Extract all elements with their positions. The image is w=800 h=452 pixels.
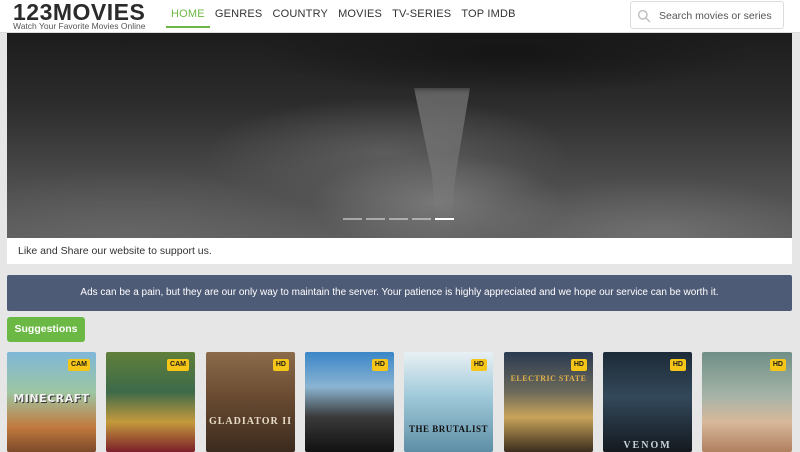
poster-title: VENOM bbox=[623, 440, 672, 451]
quality-badge: HD bbox=[570, 359, 587, 371]
nav-home[interactable]: HOME bbox=[166, 0, 210, 28]
slider-dot-active[interactable] bbox=[435, 218, 454, 220]
site-logo[interactable]: 123MOVIES Watch Your Favorite Movies Onl… bbox=[13, 1, 145, 31]
quality-badge: HD bbox=[769, 359, 786, 371]
search-icon[interactable] bbox=[637, 9, 651, 23]
movie-poster[interactable]: HD bbox=[305, 352, 394, 452]
nav-movies[interactable]: MOVIES bbox=[333, 0, 387, 28]
ads-notice: Ads can be a pain, but they are our only… bbox=[7, 275, 792, 311]
share-bar: Like and Share our website to support us… bbox=[7, 238, 792, 264]
poster-title: ELECTRIC STATE bbox=[510, 374, 587, 383]
quality-badge: HD bbox=[669, 359, 686, 371]
nav-country[interactable]: COUNTRY bbox=[267, 0, 333, 28]
movie-poster[interactable]: HD GLADIATOR II bbox=[206, 352, 295, 452]
nav-tv-series[interactable]: TV-SERIES bbox=[387, 0, 456, 28]
share-message: Like and Share our website to support us… bbox=[18, 245, 212, 257]
nav-genres[interactable]: GENRES bbox=[210, 0, 268, 28]
poster-title: MINECRAFT bbox=[13, 392, 90, 405]
quality-badge: HD bbox=[371, 359, 388, 371]
movie-poster[interactable]: HD VENOM bbox=[603, 352, 692, 452]
quality-badge: CAM bbox=[167, 359, 189, 371]
movie-poster[interactable]: CAM MINECRAFT bbox=[7, 352, 96, 452]
search-input[interactable] bbox=[659, 6, 781, 25]
site-header: 123MOVIES Watch Your Favorite Movies Onl… bbox=[0, 0, 800, 33]
quality-badge: CAM bbox=[68, 359, 90, 371]
hero-image bbox=[414, 88, 470, 228]
slider-dot[interactable] bbox=[389, 218, 408, 220]
ads-notice-text: Ads can be a pain, but they are our only… bbox=[80, 287, 719, 298]
poster-title: THE BRUTALIST bbox=[408, 424, 489, 434]
quality-badge: HD bbox=[272, 359, 289, 371]
search-box bbox=[630, 1, 784, 29]
quality-badge: HD bbox=[470, 359, 487, 371]
poster-title: GLADIATOR II bbox=[208, 416, 293, 427]
movie-poster[interactable]: HD THE BRUTALIST bbox=[404, 352, 493, 452]
slider-dot[interactable] bbox=[343, 218, 362, 220]
slider-dots bbox=[343, 218, 454, 220]
hero-slider[interactable] bbox=[7, 33, 792, 238]
movie-poster[interactable]: CAM bbox=[106, 352, 195, 452]
logo-tagline: Watch Your Favorite Movies Online bbox=[13, 21, 146, 31]
movie-poster[interactable]: HD ELECTRIC STATE bbox=[504, 352, 593, 452]
suggestions-button[interactable]: Suggestions bbox=[7, 317, 85, 342]
main-nav: HOME GENRES COUNTRY MOVIES TV-SERIES TOP… bbox=[166, 0, 521, 33]
slider-dot[interactable] bbox=[366, 218, 385, 220]
nav-top-imdb[interactable]: TOP IMDB bbox=[456, 0, 520, 28]
logo-title: 123MOVIES bbox=[13, 0, 146, 25]
slider-dot[interactable] bbox=[412, 218, 431, 220]
movie-poster[interactable]: HD bbox=[702, 352, 792, 452]
